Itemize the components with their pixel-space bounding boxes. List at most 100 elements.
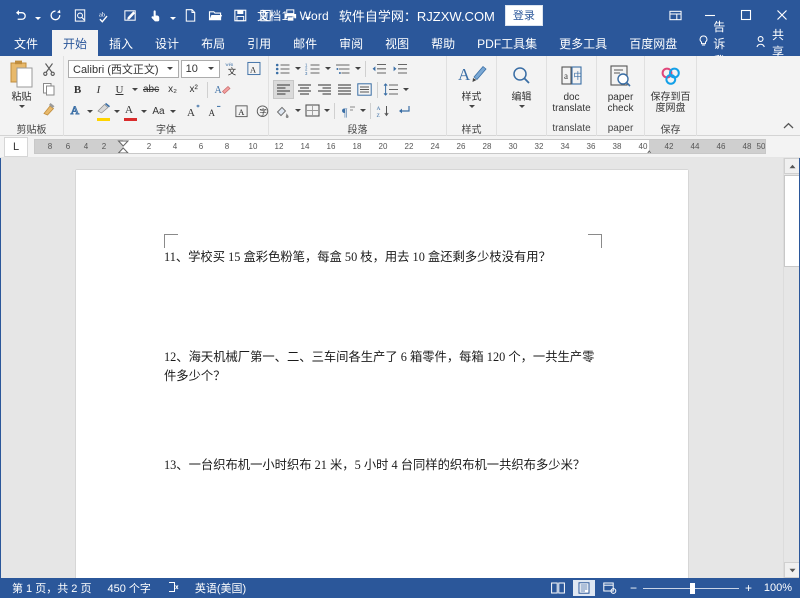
sort-icon[interactable]: AZ	[374, 101, 393, 120]
font-size-combo[interactable]: 10	[180, 59, 221, 78]
styles-dropdown-icon[interactable]	[468, 105, 475, 108]
scroll-down-icon[interactable]	[784, 562, 799, 578]
tell-me-box[interactable]: 告诉我	[688, 20, 746, 68]
tab-baidu-netdisk[interactable]: 百度网盘	[618, 30, 688, 56]
tab-design[interactable]: 设计	[144, 30, 190, 56]
copy-icon[interactable]	[39, 80, 59, 98]
redo-icon[interactable]	[43, 3, 67, 27]
underline-dropdown-icon[interactable]	[131, 80, 139, 99]
zoom-slider[interactable]	[643, 580, 739, 596]
tab-file[interactable]: 文件	[0, 30, 52, 56]
superscript-button[interactable]: x²	[184, 80, 203, 99]
attach-icon[interactable]	[253, 3, 277, 27]
increase-indent-icon[interactable]	[390, 59, 410, 78]
distribute-icon[interactable]	[355, 80, 374, 99]
enclose-character-icon[interactable]: A	[244, 59, 264, 78]
zoom-in-button[interactable]: +	[744, 581, 753, 595]
borders-icon[interactable]	[303, 101, 322, 120]
open-folder-icon[interactable]	[203, 3, 227, 27]
edit-icon[interactable]	[118, 3, 142, 27]
right-indent-marker[interactable]	[643, 146, 656, 153]
shading-icon[interactable]	[273, 101, 293, 120]
horizontal-ruler[interactable]: 8 6 4 2 2 4 6 8 10 12 14 16 18 20 22 24 …	[34, 139, 766, 154]
undo-icon[interactable]	[8, 3, 32, 27]
touch-mode-icon[interactable]	[143, 3, 167, 27]
scrollbar-thumb[interactable]	[784, 175, 799, 267]
justify-icon[interactable]	[335, 80, 354, 99]
multilevel-dropdown-icon[interactable]	[354, 59, 362, 78]
text-highlight-button[interactable]	[95, 101, 112, 121]
phonetic-guide-icon[interactable]: wén 文	[222, 59, 242, 78]
bold-button[interactable]: B	[68, 80, 87, 99]
ribbon-display-options-icon[interactable]	[658, 0, 692, 30]
print-icon[interactable]	[278, 3, 302, 27]
zoom-control[interactable]: − + 100%	[625, 580, 792, 596]
zoom-slider-thumb[interactable]	[690, 583, 695, 594]
tab-layout[interactable]: 布局	[190, 30, 236, 56]
print-preview-icon[interactable]	[68, 3, 92, 27]
align-center-icon[interactable]	[295, 80, 314, 99]
multilevel-list-icon[interactable]	[333, 59, 353, 78]
document-text-body[interactable]: 11、学校买 15 盒彩色粉笔，每盒 50 枝，用去 10 盒还剩多少枝没有用？…	[164, 248, 602, 475]
document-area[interactable]: 11、学校买 15 盒彩色粉笔，每盒 50 枝，用去 10 盒还剩多少枝没有用？…	[0, 158, 800, 578]
styles-button[interactable]: A 样式	[451, 59, 492, 108]
zoom-level[interactable]: 100%	[758, 582, 792, 594]
paste-dropdown-icon[interactable]	[18, 105, 25, 108]
change-case-button[interactable]: Aa	[149, 102, 168, 121]
align-right-icon[interactable]	[315, 80, 334, 99]
tab-home[interactable]: 开始	[52, 30, 99, 56]
shrink-font-button[interactable]: A	[205, 102, 224, 121]
print-layout-icon[interactable]	[573, 580, 595, 596]
bullets-dropdown-icon[interactable]	[294, 59, 302, 78]
language-indicator[interactable]: 英语(美国)	[187, 580, 254, 596]
tab-references[interactable]: 引用	[236, 30, 282, 56]
line-spacing-icon[interactable]	[381, 80, 401, 99]
first-line-indent-marker[interactable]	[117, 140, 130, 153]
proofing-status-icon[interactable]	[159, 581, 187, 596]
bullets-icon[interactable]	[273, 59, 293, 78]
grow-font-button[interactable]: A	[184, 102, 203, 121]
line-spacing-dropdown-icon[interactable]	[402, 80, 410, 99]
change-case-dropdown-icon[interactable]	[170, 102, 176, 121]
tab-view[interactable]: 视图	[374, 30, 420, 56]
word-count[interactable]: 450 个字	[99, 580, 158, 596]
clear-formatting-icon[interactable]: A	[212, 80, 233, 99]
paper-check-button[interactable]: paper check	[601, 59, 640, 114]
collapse-ribbon-icon[interactable]	[781, 119, 795, 133]
save-to-baidu-button[interactable]: 保存到百度网盘	[649, 59, 692, 114]
read-mode-icon[interactable]	[547, 580, 569, 596]
web-layout-icon[interactable]	[599, 580, 621, 596]
tab-pdf-tools[interactable]: PDF工具集	[466, 30, 548, 56]
font-name-combo[interactable]: Calibri (西文正文)	[68, 59, 179, 78]
borders-dropdown-icon[interactable]	[323, 101, 331, 120]
scroll-up-icon[interactable]	[784, 158, 799, 174]
tab-insert[interactable]: 插入	[98, 30, 144, 56]
font-color-button[interactable]: A	[122, 101, 139, 121]
tab-stop-selector[interactable]: L	[4, 136, 28, 157]
cut-icon[interactable]	[39, 60, 59, 78]
save-icon[interactable]	[228, 3, 252, 27]
share-button[interactable]: 共享	[746, 28, 794, 59]
text-effects-button[interactable]: A	[68, 102, 85, 121]
vertical-scrollbar[interactable]	[783, 158, 799, 578]
numbering-dropdown-icon[interactable]	[324, 59, 332, 78]
show-formatting-marks-icon[interactable]: ¶	[338, 101, 358, 120]
subscript-button[interactable]: x₂	[163, 80, 182, 99]
highlight-dropdown-icon[interactable]	[114, 102, 120, 121]
text-effects-dropdown-icon[interactable]	[87, 102, 93, 121]
tab-review[interactable]: 审阅	[328, 30, 374, 56]
font-name-dropdown-icon[interactable]	[164, 67, 176, 70]
undo-dropdown-icon[interactable]	[33, 3, 42, 27]
underline-button[interactable]: U	[110, 80, 129, 99]
character-border-icon[interactable]: A	[232, 102, 251, 121]
strikethrough-button[interactable]: abc	[141, 80, 161, 99]
font-color-dropdown-icon[interactable]	[141, 102, 147, 121]
numbering-icon[interactable]: 123	[303, 59, 323, 78]
page-indicator[interactable]: 第 1 页，共 2 页	[4, 580, 99, 596]
paste-button[interactable]: 粘贴	[4, 59, 39, 108]
touch-dropdown-icon[interactable]	[168, 3, 177, 27]
paragraph-mark-icon[interactable]	[394, 101, 413, 120]
format-painter-icon[interactable]	[39, 100, 59, 118]
italic-button[interactable]: I	[89, 80, 108, 99]
show-marks-dropdown-icon[interactable]	[359, 101, 367, 120]
